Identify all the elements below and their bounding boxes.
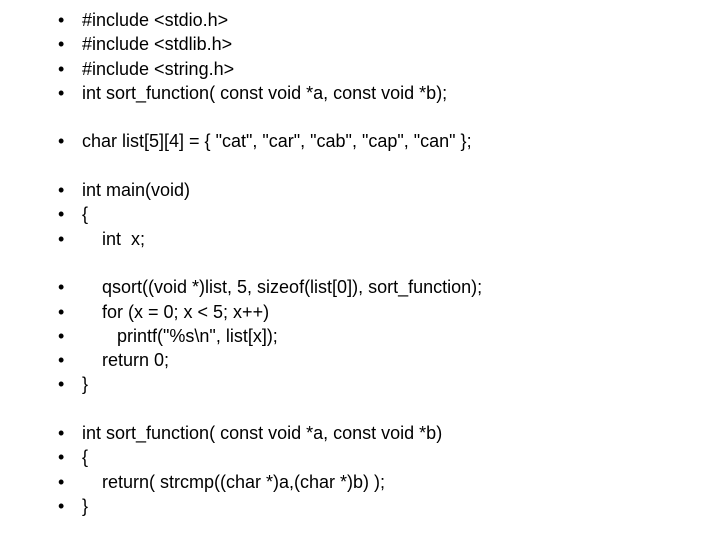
code-line: { bbox=[50, 445, 720, 469]
code-line: return 0; bbox=[50, 348, 720, 372]
code-line bbox=[50, 154, 720, 178]
code-line: int main(void) bbox=[50, 178, 720, 202]
code-line: for (x = 0; x < 5; x++) bbox=[50, 300, 720, 324]
code-line: #include <stdio.h> bbox=[50, 8, 720, 32]
code-line: } bbox=[50, 372, 720, 396]
code-line: { bbox=[50, 202, 720, 226]
code-line: int x; bbox=[50, 227, 720, 251]
code-line bbox=[50, 251, 720, 275]
code-line: #include <stdlib.h> bbox=[50, 32, 720, 56]
code-line bbox=[50, 105, 720, 129]
slide-content: #include <stdio.h>#include <stdlib.h>#in… bbox=[0, 0, 720, 518]
code-line: return( strcmp((char *)a,(char *)b) ); bbox=[50, 470, 720, 494]
code-list: #include <stdio.h>#include <stdlib.h>#in… bbox=[50, 8, 720, 518]
code-line: } bbox=[50, 494, 720, 518]
code-line bbox=[50, 397, 720, 421]
code-line: printf("%s\n", list[x]); bbox=[50, 324, 720, 348]
code-line: char list[5][4] = { "cat", "car", "cab",… bbox=[50, 129, 720, 153]
code-line: qsort((void *)list, 5, sizeof(list[0]), … bbox=[50, 275, 720, 299]
code-line: int sort_function( const void *a, const … bbox=[50, 421, 720, 445]
code-line: #include <string.h> bbox=[50, 57, 720, 81]
code-line: int sort_function( const void *a, const … bbox=[50, 81, 720, 105]
